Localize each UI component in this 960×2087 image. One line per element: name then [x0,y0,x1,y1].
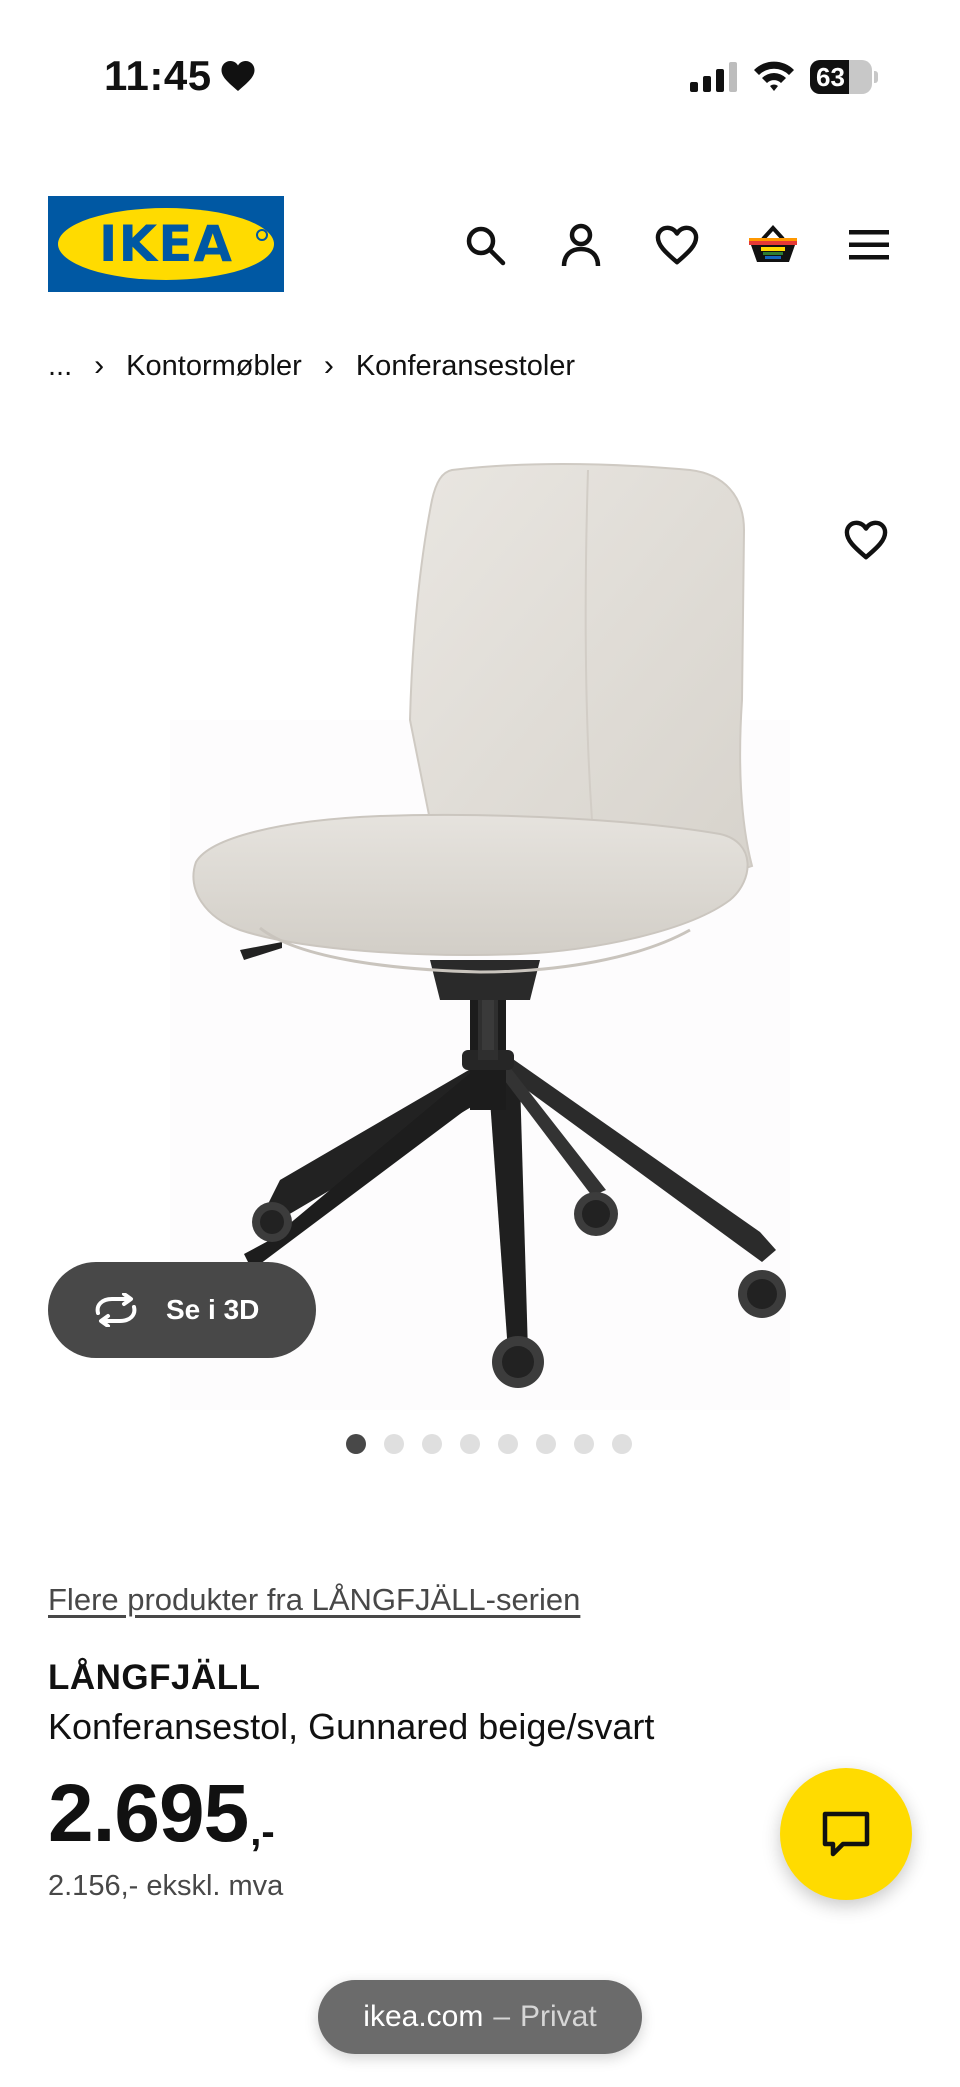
search-button[interactable] [456,216,514,274]
product-name: LÅNGFJÄLL [48,1658,261,1697]
chevron-right-icon: › [323,349,334,382]
pagination-dot[interactable] [612,1434,632,1454]
pagination-dot[interactable] [574,1434,594,1454]
cart-button[interactable] [744,216,802,274]
url-domain: ikea.com [363,2000,484,2033]
site-header: IKEA [0,190,960,300]
browser-url-bar[interactable]: ikea.com – Privat [318,1980,642,2054]
url-separator: – [493,2000,511,2033]
search-icon [466,226,506,266]
price-amount: 2.695 [48,1768,249,1859]
chevron-right-icon: › [94,349,105,382]
menu-button[interactable] [840,216,898,274]
see-in-3d-button[interactable]: Se i 3D [48,1262,316,1358]
pagination-dot[interactable] [460,1434,480,1454]
battery-icon: 63 [810,60,878,94]
heart-status-icon [221,61,255,91]
logo-text: IKEA [98,215,234,273]
chat-button[interactable] [780,1768,912,1900]
registered-mark-icon [256,229,268,241]
status-time: 11:45 [104,52,256,100]
pagination-dot[interactable] [498,1434,518,1454]
chat-bubble-icon [822,1811,870,1857]
rotate-3d-icon [95,1293,137,1327]
status-bar: 11:45 63 [0,0,960,150]
user-icon [561,223,601,267]
see-in-3d-label: Se i 3D [166,1294,260,1325]
pagination-dot[interactable] [384,1434,404,1454]
breadcrumb-item-konferansestoler[interactable]: Konferansestoler [356,350,575,383]
cellular-signal-icon [690,62,737,92]
wifi-icon [754,61,794,91]
product-description: Konferansestol, Gunnared beige/svart [48,1706,655,1747]
heart-icon [844,520,888,560]
private-mode-label: Privat [520,2000,597,2033]
heart-icon [655,225,699,265]
pagination-dot[interactable] [346,1434,366,1454]
shopping-bag-icon [749,225,797,262]
pagination-dot[interactable] [536,1434,556,1454]
battery-level-text: 63 [816,62,845,92]
ikea-logo[interactable]: IKEA [48,196,284,292]
price-suffix: ,- [250,1810,275,1854]
wishlist-button[interactable] [648,216,706,274]
breadcrumb: ... › Kontormøbler › Konferansestoler [48,344,575,388]
product-price: 2.695 ,- [48,1768,275,1860]
gallery-pagination [0,1432,960,1456]
product-favorite-button[interactable] [836,510,896,570]
pagination-dot[interactable] [422,1434,442,1454]
hamburger-menu-icon [849,230,889,260]
series-link[interactable]: Flere produkter fra LÅNGFJÄLL-serien [48,1582,580,1618]
breadcrumb-item-kontormobler[interactable]: Kontormøbler [126,350,302,383]
account-button[interactable] [552,216,610,274]
breadcrumb-ellipsis[interactable]: ... [48,350,72,383]
price-excl-vat: 2.156,- ekskl. mva [48,1870,284,1902]
status-time-text: 11:45 [104,52,212,99]
